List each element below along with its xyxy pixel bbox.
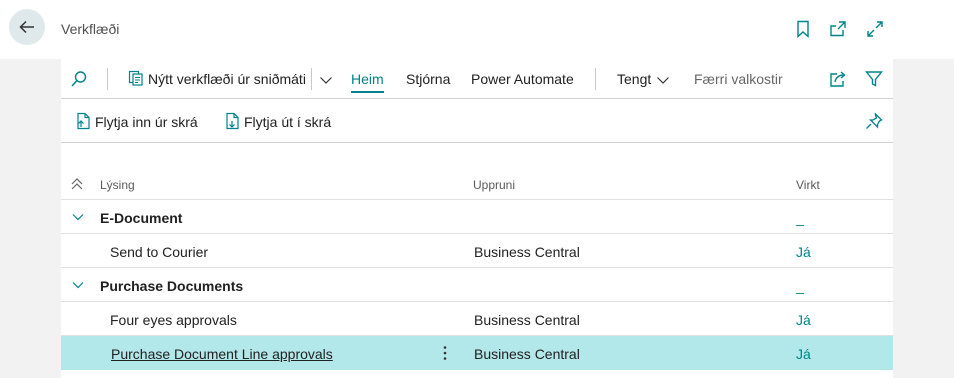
description-cell: Send to Courier bbox=[110, 244, 209, 260]
table-row[interactable]: Four eyes approvals Business Central Já bbox=[61, 302, 893, 336]
chevron-down-icon[interactable] bbox=[72, 279, 84, 291]
chevron-down-icon[interactable] bbox=[319, 73, 333, 87]
group-label: Purchase Documents bbox=[100, 278, 244, 294]
column-header-description[interactable]: Lýsing bbox=[100, 178, 135, 192]
enabled-cell[interactable]: Já bbox=[796, 312, 811, 328]
content-panel: Nýtt verkflæði úr sniðmáti Heim Stjórna … bbox=[61, 59, 893, 378]
column-header-enabled[interactable]: Virkt bbox=[796, 178, 820, 192]
template-icon bbox=[128, 70, 143, 86]
more-options-icon[interactable] bbox=[442, 345, 448, 361]
action-bar: Nýtt verkflæði úr sniðmáti Heim Stjórna … bbox=[61, 59, 893, 99]
enabled-cell[interactable]: Já bbox=[796, 346, 811, 362]
group-label: E-Document bbox=[100, 210, 183, 226]
separator bbox=[595, 68, 596, 90]
related-label: Tengt bbox=[617, 71, 652, 87]
separator bbox=[107, 68, 108, 90]
chevron-down-icon bbox=[657, 77, 669, 84]
top-bar: Verkflæði bbox=[0, 0, 954, 59]
source-cell: Business Central bbox=[474, 244, 580, 260]
expand-icon[interactable] bbox=[866, 20, 884, 38]
file-export-icon bbox=[226, 112, 239, 130]
column-header-source[interactable]: Uppruni bbox=[473, 178, 515, 192]
filter-icon[interactable] bbox=[865, 70, 883, 88]
tab-manage[interactable]: Stjórna bbox=[406, 71, 450, 87]
pin-icon[interactable] bbox=[865, 112, 883, 130]
import-from-file-label: Flytja inn úr skrá bbox=[95, 114, 198, 130]
fewer-options-button[interactable]: Færri valkostir bbox=[694, 71, 783, 87]
chevron-down-icon[interactable] bbox=[72, 211, 84, 223]
description-cell: Four eyes approvals bbox=[110, 312, 237, 328]
table-row-group[interactable]: E-Document _ bbox=[61, 200, 893, 234]
source-cell: Business Central bbox=[474, 346, 580, 362]
open-new-window-icon[interactable] bbox=[829, 20, 847, 38]
back-arrow-icon bbox=[19, 20, 34, 34]
enabled-cell[interactable]: Já bbox=[796, 244, 811, 260]
page-title: Verkflæði bbox=[61, 21, 120, 37]
table-row-group[interactable]: Purchase Documents _ bbox=[61, 268, 893, 302]
tab-home[interactable]: Heim bbox=[351, 71, 384, 87]
collapse-all-icon[interactable] bbox=[70, 177, 84, 191]
enabled-cell[interactable]: _ bbox=[796, 278, 804, 294]
export-to-file-label: Flytja út í skrá bbox=[244, 114, 332, 130]
active-tab-underline bbox=[351, 91, 384, 93]
table-header: Lýsing Uppruni Virkt bbox=[61, 167, 893, 200]
file-import-icon bbox=[77, 112, 90, 130]
share-icon[interactable] bbox=[829, 70, 847, 88]
tab-power-automate[interactable]: Power Automate bbox=[471, 71, 574, 87]
new-from-template-label: Nýtt verkflæði úr sniðmáti bbox=[148, 71, 306, 87]
table-row[interactable]: Send to Courier Business Central Já bbox=[61, 234, 893, 268]
bookmark-icon[interactable] bbox=[794, 20, 812, 38]
enabled-cell[interactable]: _ bbox=[796, 210, 804, 226]
separator bbox=[311, 68, 312, 90]
search-icon[interactable] bbox=[70, 70, 88, 88]
sub-action-bar: Flytja inn úr skrá Flytja út í skrá bbox=[61, 99, 893, 143]
source-cell: Business Central bbox=[474, 312, 580, 328]
back-button[interactable] bbox=[9, 9, 45, 45]
description-link[interactable]: Purchase Document Line approvals bbox=[111, 346, 333, 362]
table-row-selected[interactable]: Purchase Document Line approvals Busines… bbox=[61, 336, 893, 370]
